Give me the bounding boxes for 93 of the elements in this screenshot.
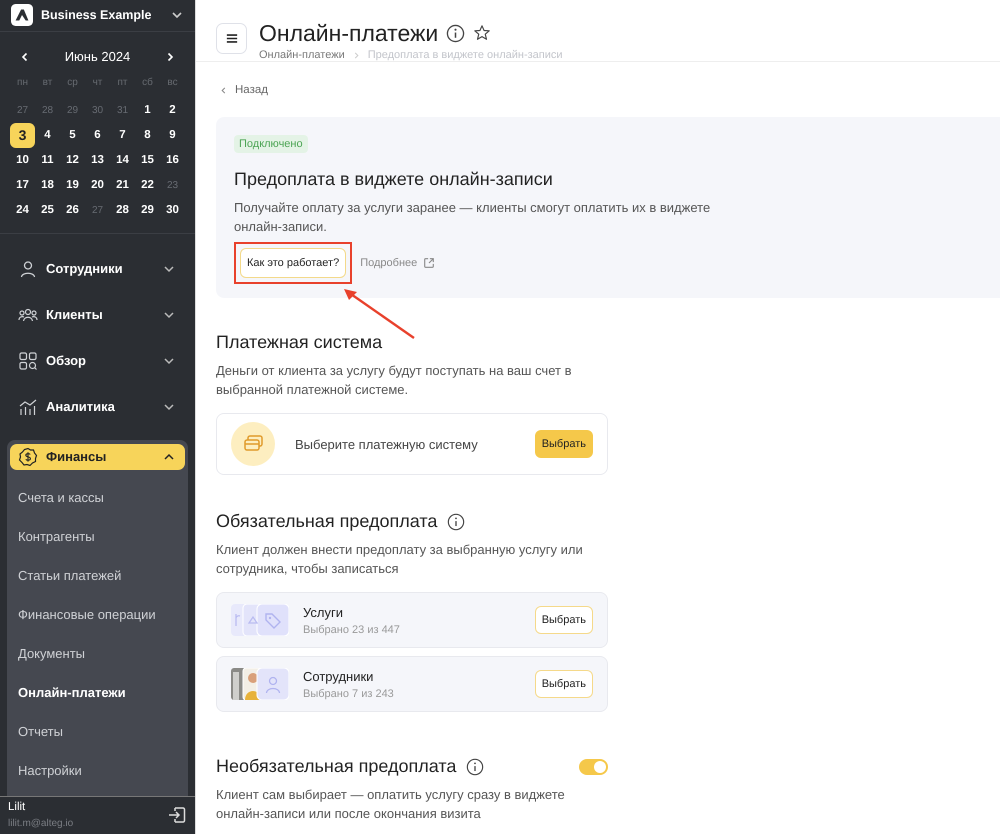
back-link[interactable]: Назад: [220, 84, 268, 96]
calendar-day[interactable]: 18: [35, 172, 60, 198]
analytics-icon: [18, 396, 38, 417]
weekday-label: ср: [66, 76, 79, 90]
calendar-day[interactable]: 25: [35, 198, 60, 223]
select-button[interactable]: Выбрать: [534, 430, 593, 458]
services-thumbnails-drawing: [231, 604, 289, 636]
logo-icon: [11, 4, 33, 26]
calendar-day[interactable]: 3: [10, 122, 35, 148]
weekday-label: пт: [116, 76, 128, 90]
calendar-day[interactable]: 22: [135, 172, 160, 198]
calendar-month: Июнь 2024: [64, 49, 130, 64]
submenu-item[interactable]: Отчеты: [7, 712, 188, 751]
logout-icon[interactable]: [167, 805, 187, 826]
calendar-day[interactable]: 12: [60, 148, 85, 173]
calendar-day[interactable]: 28: [110, 198, 135, 223]
external-link-icon: [423, 257, 436, 269]
company-name[interactable]: Business Example: [41, 8, 163, 22]
staff-thumbnails-drawing: [231, 668, 289, 700]
calendar-day[interactable]: 24: [10, 198, 35, 223]
calendar-day[interactable]: 29: [135, 198, 160, 223]
chevron-right-icon: [352, 52, 360, 58]
star-icon[interactable]: [473, 24, 492, 42]
submenu-item[interactable]: Настройки: [7, 750, 188, 790]
section-description: Клиент должен внести предоплату за выбранную услугу или сотрудника, чтобы записаться: [216, 541, 584, 578]
calendar-day[interactable]: 19: [60, 172, 85, 198]
submenu-item[interactable]: Контрагенты: [7, 516, 188, 556]
calendar-day[interactable]: 17: [10, 172, 35, 198]
calendar-day[interactable]: 1: [135, 98, 160, 123]
calendar-day[interactable]: 5: [60, 122, 85, 148]
calendar-day[interactable]: 2: [160, 98, 185, 123]
info-icon[interactable]: [447, 512, 466, 530]
nav-item[interactable]: Финансы: [10, 444, 185, 470]
calendar-day[interactable]: 20: [85, 172, 110, 198]
calendar-day[interactable]: 9: [160, 122, 185, 148]
section-title: Необязательная предоплата: [216, 756, 456, 777]
section-description: Клиент сам выбирает — оплатить услугу сразу в виджете онлайн-записи или после окончания визита: [216, 786, 566, 823]
payment-system-prompt: Выберите платежную систему: [295, 436, 479, 452]
calendar-day[interactable]: 6: [85, 122, 110, 148]
calendar-day[interactable]: 11: [35, 148, 60, 173]
breadcrumb[interactable]: Онлайн-платежи: [259, 49, 345, 61]
calendar-day[interactable]: 30: [160, 198, 185, 223]
calendar-day[interactable]: 21: [110, 172, 135, 198]
calendar-day[interactable]: 10: [10, 148, 35, 173]
calendar-day[interactable]: 16: [160, 148, 185, 173]
calendar-day[interactable]: 14: [110, 148, 135, 173]
weekday-label: чт: [92, 76, 104, 90]
status-badge: Подключено: [234, 135, 308, 153]
intro-text: Получайте оплату за услуги заранее — клиенты смогут оплатить их в виджете онлайн-записи.: [234, 199, 712, 236]
selection-count: Выбрано 23 из 447: [303, 624, 401, 636]
submenu-item[interactable]: Онлайн-платежи: [7, 672, 188, 712]
grid-search-icon: [18, 350, 38, 371]
previous-month-icon[interactable]: [20, 52, 30, 62]
user-name: Lilit: [8, 801, 26, 814]
calendar-day[interactable]: 13: [85, 148, 110, 173]
calendar-day[interactable]: 7: [110, 122, 135, 148]
select-button[interactable]: Выбрать: [534, 606, 593, 634]
calendar-day[interactable]: 26: [60, 198, 85, 223]
nav-item[interactable]: Аналитика: [10, 394, 185, 420]
submenu-item[interactable]: Финансовые операции: [7, 594, 188, 634]
nav-item[interactable]: Сотрудники: [10, 256, 185, 282]
intro-title: Предоплата в виджете онлайн-записи: [234, 169, 553, 190]
calendar-day[interactable]: 8: [135, 122, 160, 148]
info-icon[interactable]: [466, 758, 484, 776]
submenu-item[interactable]: Статьи платежей: [7, 556, 188, 595]
user-email: lilit.m@alteg.io: [8, 818, 74, 830]
weekday-label: вс: [166, 76, 179, 90]
calendar-day[interactable]: 15: [135, 148, 160, 173]
section-description: Деньги от клиента за услугу будут поступать на ваш счет в выбранной платежной системе.: [216, 362, 572, 399]
info-icon[interactable]: [446, 24, 466, 42]
page-title: Онлайн-платежи: [259, 20, 438, 46]
selection-title: Услуги: [303, 604, 344, 620]
submenu-item[interactable]: Счета и кассы: [7, 478, 188, 517]
weekday-label: пн: [16, 76, 29, 90]
menu-button[interactable]: [216, 23, 247, 54]
cards-icon: [231, 422, 275, 466]
weekday-label: сб: [141, 76, 154, 90]
section-title: Обязательная предоплата: [216, 511, 438, 532]
calendar-day[interactable]: 4: [35, 122, 60, 148]
submenu-item[interactable]: Документы: [7, 634, 188, 673]
section-title: Платежная система: [216, 332, 384, 353]
selection-title: Сотрудники: [303, 668, 374, 684]
nav-item[interactable]: Обзор: [10, 348, 185, 374]
nav-item[interactable]: Клиенты: [10, 302, 185, 328]
selection-count: Выбрано 7 из 243: [303, 688, 395, 700]
toggle-switch[interactable]: [579, 758, 608, 774]
weekday-label: вт: [42, 76, 54, 90]
menu-icon: [226, 33, 238, 44]
select-button[interactable]: Выбрать: [534, 670, 593, 698]
dollar-badge-icon: [18, 446, 38, 467]
person-icon: [18, 258, 38, 279]
chevron-left-icon: [220, 86, 227, 94]
how-it-works-button[interactable]: Как это работает?: [240, 248, 346, 278]
